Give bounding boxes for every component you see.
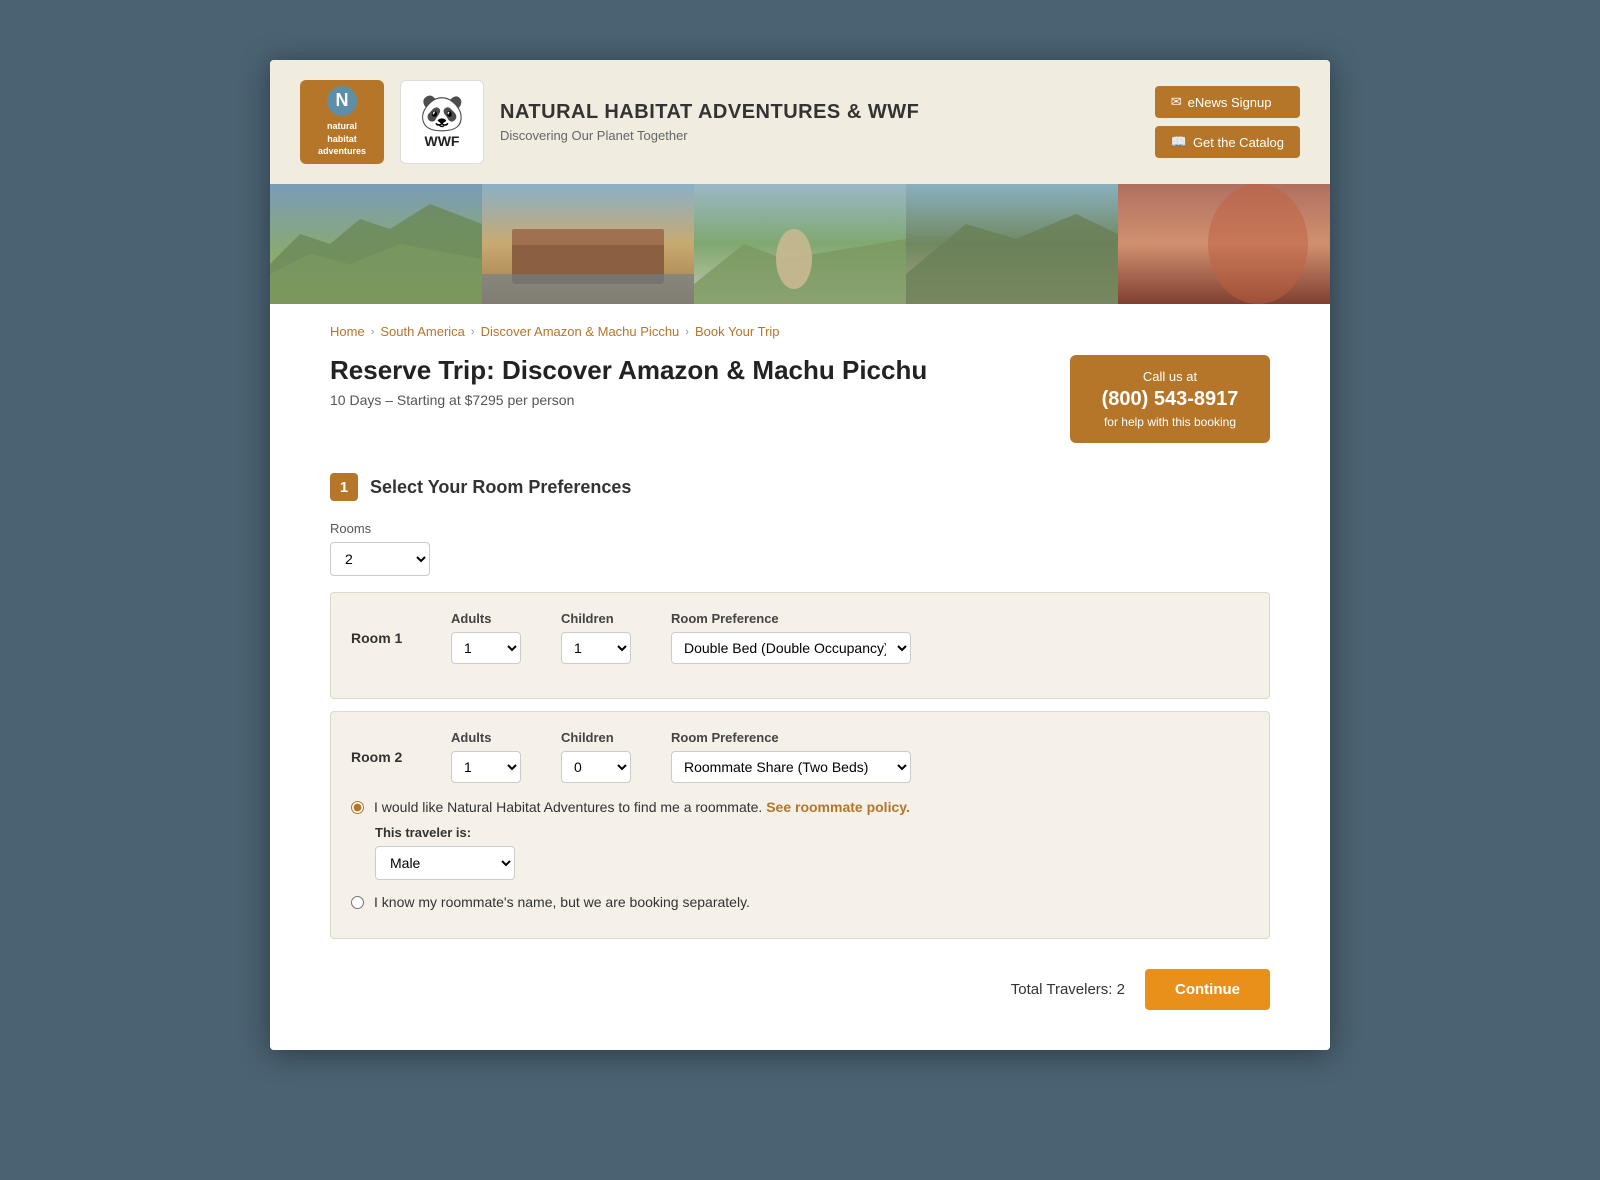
hero-image-5 [1118,184,1330,304]
rooms-select[interactable]: 1 2 3 4 [330,542,430,576]
room-1-children-label: Children [561,611,631,626]
enews-label: eNews Signup [1188,95,1272,110]
breadcrumb-current: Book Your Trip [695,324,780,339]
header: N naturalhabitatadventures 🐼 WWF NATURAL… [270,60,1330,184]
page-title-area: Reserve Trip: Discover Amazon & Machu Pi… [330,355,1270,443]
step-1-section: 1 Select Your Room Preferences Rooms 1 2… [330,473,1270,939]
roommate-know-text: I know my roommate's name, but we are bo… [374,894,750,910]
breadcrumb-south-america[interactable]: South America [380,324,465,339]
total-travelers: Total Travelers: 2 [1011,981,1125,998]
breadcrumb-trip[interactable]: Discover Amazon & Machu Picchu [481,324,680,339]
roommate-radio-2[interactable] [351,896,364,909]
phone-number: (800) 543-8917 [1090,388,1250,411]
catalog-button[interactable]: 📖 Get the Catalog [1155,126,1300,158]
header-actions: ✉ eNews Signup 📖 Get the Catalog [1155,86,1300,158]
rooms-select-wrapper: Rooms 1 2 3 4 [330,521,430,576]
room-2-children-group: Children 0 1 2 [561,730,631,783]
room-1-children-select[interactable]: 0 1 2 [561,632,631,664]
see-policy-link[interactable]: See roommate policy. [766,799,910,815]
call-us-label: Call us at [1090,369,1250,384]
room-2-pref-group: Room Preference Single Room (Single Occu… [671,730,911,783]
gender-select[interactable]: Male Female Non-binary [375,846,515,880]
site-subtitle: Discovering Our Planet Together [500,128,919,143]
page-title-text: Reserve Trip: Discover Amazon & Machu Pi… [330,355,927,408]
breadcrumb-sep-3: › [685,326,689,338]
room-2-adults-group: Adults 1 2 3 [451,730,521,783]
room-1-adults-label: Adults [451,611,521,626]
roommate-find-text: I would like Natural Habitat Adventures … [374,799,762,815]
hero-image-1 [270,184,482,304]
content-area: Home › South America › Discover Amazon &… [270,304,1330,1050]
call-help: for help with this booking [1090,415,1250,429]
total-travelers-label: Total Travelers: [1011,981,1113,998]
traveler-is-label: This traveler is: [375,825,1249,840]
total-travelers-value: 2 [1117,981,1125,998]
page-wrapper: N naturalhabitatadventures 🐼 WWF NATURAL… [270,60,1330,1050]
roommate-radio-1-row: I would like Natural Habitat Adventures … [351,799,1249,815]
step-number-1: 1 [330,473,358,501]
footer-row: Total Travelers: 2 Continue [330,969,1270,1010]
hero-image-2 [482,184,694,304]
rooms-label: Rooms [330,521,430,536]
room-2-children-select[interactable]: 0 1 2 [561,751,631,783]
step-1-header: 1 Select Your Room Preferences [330,473,1270,501]
roommate-radio-1[interactable] [351,801,364,814]
roommate-radio-2-row: I know my roommate's name, but we are bo… [351,894,1249,910]
call-box: Call us at (800) 543-8917 for help with … [1070,355,1270,443]
breadcrumb: Home › South America › Discover Amazon &… [330,324,1270,339]
page-subtitle: 10 Days – Starting at $7295 per person [330,392,927,408]
book-icon: 📖 [1171,134,1187,150]
roommate-section: I would like Natural Habitat Adventures … [351,799,1249,910]
room-2-adults-label: Adults [451,730,521,745]
room-1-card: Room 1 Adults 1 2 3 Children 0 1 [330,592,1270,699]
room-1-adults-select[interactable]: 1 2 3 [451,632,521,664]
wwf-logo: 🐼 WWF [400,80,484,164]
traveler-is-section: This traveler is: Male Female Non-binary [375,825,1249,880]
nha-logo: N naturalhabitatadventures [300,80,384,164]
room-2-pref-label: Room Preference [671,730,911,745]
room-1-pref-group: Room Preference Single Room (Single Occu… [671,611,911,664]
continue-button[interactable]: Continue [1145,969,1270,1010]
roommate-radio-1-label[interactable]: I would like Natural Habitat Adventures … [374,799,910,815]
hero-images [270,184,1330,304]
room-1-children-group: Children 0 1 2 [561,611,631,664]
nha-logo-text: naturalhabitatadventures [318,120,366,158]
room-1-pref-select[interactable]: Single Room (Single Occupancy) Double Be… [671,632,911,664]
panda-icon: 🐼 [420,95,465,131]
wwf-text: WWF [425,133,460,149]
header-left: N naturalhabitatadventures 🐼 WWF NATURAL… [300,80,919,164]
room-1-pref-label: Room Preference [671,611,911,626]
breadcrumb-home[interactable]: Home [330,324,365,339]
breadcrumb-sep-2: › [471,326,475,338]
step-1-title: Select Your Room Preferences [370,477,631,498]
room-2-header: Room 2 Adults 1 2 3 Children 0 1 [351,730,1249,783]
room-1-adults-group: Adults 1 2 3 [451,611,521,664]
room-2-children-label: Children [561,730,631,745]
room-2-label: Room 2 [351,749,411,765]
room-2-card: Room 2 Adults 1 2 3 Children 0 1 [330,711,1270,939]
site-title: NATURAL HABITAT ADVENTURES & WWF [500,101,919,124]
roommate-radio-2-label[interactable]: I know my roommate's name, but we are bo… [374,894,750,910]
nha-letter: N [327,86,357,116]
header-title: NATURAL HABITAT ADVENTURES & WWF Discove… [500,101,919,143]
enews-button[interactable]: ✉ eNews Signup [1155,86,1300,118]
email-icon: ✉ [1171,94,1182,110]
room-2-adults-select[interactable]: 1 2 3 [451,751,521,783]
room-2-pref-select[interactable]: Single Room (Single Occupancy) Double Be… [671,751,911,783]
page-title: Reserve Trip: Discover Amazon & Machu Pi… [330,355,927,386]
breadcrumb-sep-1: › [371,326,375,338]
room-1-label: Room 1 [351,630,411,646]
hero-image-4 [906,184,1118,304]
room-1-header: Room 1 Adults 1 2 3 Children 0 1 [351,611,1249,664]
catalog-label: Get the Catalog [1193,135,1284,150]
hero-image-3 [694,184,906,304]
